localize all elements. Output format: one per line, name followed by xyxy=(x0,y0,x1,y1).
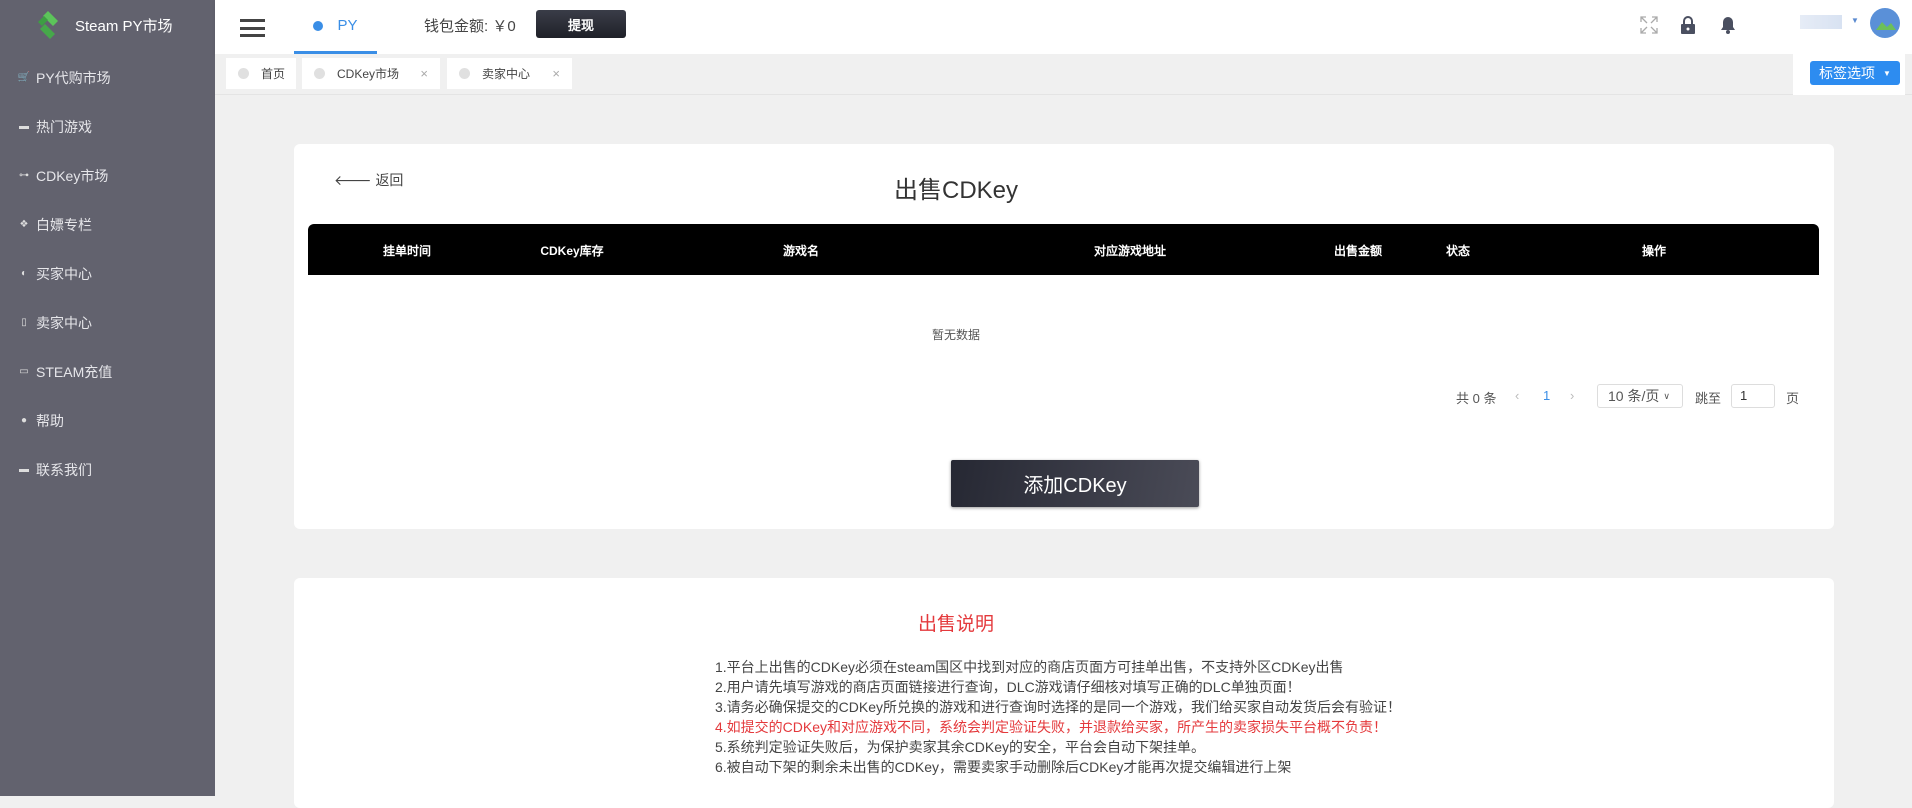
sidebar-item[interactable]: ● 帮助 xyxy=(0,396,215,445)
instruction-line: 6.被自动下架的剩余未出售的CDKey，需要卖家手动删除后CDKey才能再次提交… xyxy=(715,759,1292,775)
page-size-select[interactable]: 10 条/页 ∨ xyxy=(1597,384,1683,408)
tag-options-button[interactable]: 标签选项 ▼ xyxy=(1810,61,1900,85)
sidebar-item-label: STEAM充值 xyxy=(36,363,113,380)
py-icon xyxy=(313,20,324,31)
instructions-title: 出售说明 xyxy=(917,614,994,635)
bell-icon[interactable] xyxy=(1717,13,1739,37)
goto-page-input[interactable]: 1 xyxy=(1731,384,1775,408)
add-cdkey-button[interactable]: 添加CDKey xyxy=(951,460,1199,507)
instruction-line: 3.请务必确保提交的CDKey所兑换的游戏和进行查询时选择的是同一个游戏，我们给… xyxy=(715,699,1402,715)
money-icon: ▭ xyxy=(19,366,29,377)
tab-seller-center[interactable]: 卖家中心 × xyxy=(447,58,572,89)
close-icon[interactable]: × xyxy=(552,66,560,81)
help-icon: ● xyxy=(20,415,28,426)
page-title: 出售CDKey xyxy=(893,177,1019,204)
user-circle-icon: ◐ xyxy=(20,268,28,279)
sidebar-item[interactable]: 🛒 PY代购市场 xyxy=(0,53,215,102)
chat-icon: ▬ xyxy=(19,464,29,475)
next-page-icon[interactable]: › xyxy=(1570,388,1574,403)
total-count: 共 0 条 xyxy=(1456,391,1497,406)
py-tab-label: PY xyxy=(337,17,358,34)
column-header: 状态 xyxy=(1445,244,1471,258)
tab-cdkey-market[interactable]: CDKey市场 × xyxy=(302,58,440,89)
chevron-down-icon: ∨ xyxy=(1663,390,1670,401)
page-unit-label: 页 xyxy=(1786,391,1800,406)
sidebar-item-label: 白嫖专栏 xyxy=(36,216,92,233)
prev-page-icon[interactable]: ‹ xyxy=(1515,388,1519,403)
withdraw-button[interactable]: 提现 xyxy=(536,10,626,38)
column-header: 对应游戏地址 xyxy=(1093,244,1167,258)
column-header: 挂单时间 xyxy=(382,244,432,258)
sidebar-item-label: 热门游戏 xyxy=(36,118,92,135)
wallet-balance: 钱包金额: ￥0 xyxy=(424,18,516,35)
column-header: 操作 xyxy=(1641,244,1667,258)
column-header: 游戏名 xyxy=(782,244,820,258)
fullscreen-icon[interactable] xyxy=(1638,13,1660,37)
sidebar-item[interactable]: ▬ 联系我们 xyxy=(0,445,215,494)
instruction-line-warning: 4.如提交的CDKey和对应游戏不同，系统会判定验证失败，并退款给买家，所产生的… xyxy=(715,719,1388,735)
avatar[interactable] xyxy=(1870,8,1900,38)
page-number[interactable]: 1 xyxy=(1543,388,1550,403)
user-caret-icon[interactable]: ▼ xyxy=(1851,16,1859,25)
empty-message: 暂无数据 xyxy=(931,328,980,342)
sidebar-item[interactable]: ▭ STEAM充值 xyxy=(0,347,215,396)
logo-icon xyxy=(38,11,58,39)
sidebar: Steam PY市场 🛒 PY代购市场 ▬ 热门游戏 ⊶ CDKey市场 ❖ 白嫖专栏 ◐ 买家中… xyxy=(0,0,215,796)
tag-options-label: 标签选项 xyxy=(1819,65,1876,81)
brand-name: Steam PY市场 xyxy=(75,18,173,35)
column-header: CDKey库存 xyxy=(540,244,604,258)
tab-label: 卖家中心 xyxy=(482,67,531,81)
menu-toggle-icon[interactable] xyxy=(240,19,265,37)
tab-label: CDKey市场 xyxy=(337,67,400,81)
username[interactable] xyxy=(1800,15,1842,29)
tv-icon: ▬ xyxy=(19,121,29,132)
lock-icon[interactable] xyxy=(1677,13,1699,37)
goto-label: 跳至 xyxy=(1695,391,1722,406)
gift-icon: ❖ xyxy=(19,219,29,230)
tab-py[interactable]: PY xyxy=(294,0,377,54)
table-header xyxy=(308,224,1819,275)
sidebar-item-label: 帮助 xyxy=(36,412,64,429)
sidebar-item-label: 买家中心 xyxy=(36,265,92,282)
close-icon[interactable]: × xyxy=(420,66,428,81)
instruction-line: 1.平台上出售的CDKey必须在steam国区中找到对应的商店页面方可挂单出售，… xyxy=(715,659,1344,675)
instruction-line: 2.用户请先填写游戏的商店页面链接进行查询，DLC游戏请仔细核对填写正确的DLC… xyxy=(715,679,1301,695)
sidebar-item-label: PY代购市场 xyxy=(36,69,111,86)
column-header: 出售金额 xyxy=(1333,244,1383,258)
tab-home[interactable]: 首页 xyxy=(226,58,296,89)
page-size-value: 10 条/页 xyxy=(1608,388,1660,404)
sidebar-item-label: 联系我们 xyxy=(36,461,92,478)
sidebar-item[interactable]: ▬ 热门游戏 xyxy=(0,102,215,151)
sidebar-item[interactable]: ❖ 白嫖专栏 xyxy=(0,200,215,249)
chevron-down-icon: ▼ xyxy=(1883,68,1891,78)
instruction-line: 5.系统判定验证失败后，为保护卖家其余CDKey的安全，平台会自动下架挂单。 xyxy=(715,739,1206,755)
cart-icon: 🛒 xyxy=(17,72,31,83)
sidebar-item[interactable]: ◐ 买家中心 xyxy=(0,249,215,298)
tab-label: 首页 xyxy=(261,67,286,81)
